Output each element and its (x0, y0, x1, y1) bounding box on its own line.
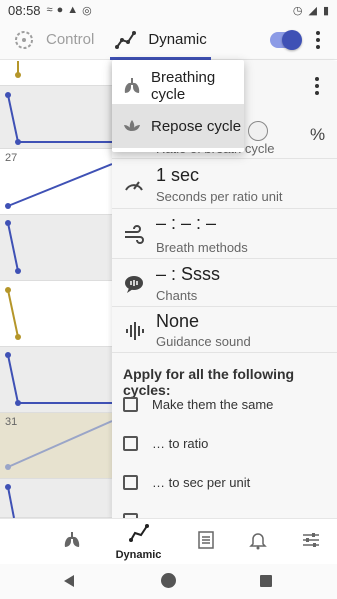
panel-more-options-icon[interactable] (315, 77, 319, 95)
chants-label: Chants (156, 288, 198, 303)
checkbox-label: Make them the same (152, 397, 274, 412)
chants-row[interactable]: – : Ssss Chants (112, 259, 337, 307)
lungs-icon (122, 76, 142, 96)
checkbox-sec-per-unit[interactable]: … to sec per unit (123, 475, 250, 490)
graph-cell[interactable] (0, 479, 112, 518)
system-navigation-bar (0, 564, 337, 599)
tab-control[interactable]: Control (0, 20, 104, 60)
speedometer-icon (122, 173, 146, 197)
headset-icon: ▲ (67, 4, 79, 16)
checkbox-box[interactable] (123, 397, 138, 412)
timer-icon (12, 28, 36, 52)
status-time: 08:58 (8, 2, 41, 18)
checkbox-same[interactable]: Make them the same (123, 397, 273, 412)
graph-cell[interactable] (0, 61, 112, 86)
app-notification-icon: ● (56, 4, 64, 16)
more-options-icon[interactable] (308, 28, 328, 52)
list-icon (197, 530, 215, 555)
sound-wave-icon (122, 319, 146, 343)
status-bar: 08:58 ≈ ● ▲ ◎ ◷ ◢ ▮ (0, 0, 337, 20)
enable-toggle[interactable] (270, 30, 302, 50)
guidance-label: Guidance sound (156, 334, 251, 349)
back-icon[interactable] (64, 575, 74, 587)
tab-dynamic[interactable]: Dynamic (104, 20, 216, 60)
methods-value: – : – : – (156, 213, 217, 233)
alarm-icon: ◷ (292, 4, 303, 17)
nav-dynamic-label: Dynamic (115, 548, 162, 561)
speed-label: Seconds per ratio unit (156, 189, 283, 204)
checkbox-label: … to ratio (152, 436, 209, 451)
guidance-row[interactable]: None Guidance sound (112, 307, 337, 353)
menu-item-repose-cycle[interactable]: Repose cycle (112, 104, 244, 148)
sliders-icon (301, 530, 321, 555)
graph-cell-highlighted[interactable]: 31 (0, 413, 112, 479)
percent-icon[interactable]: % (310, 125, 325, 145)
methods-label: Breath methods (156, 240, 248, 255)
cycle-type-menu: Breathing cycle Repose cycle (112, 60, 268, 152)
graph-cell[interactable] (0, 86, 112, 149)
checkbox-ratio[interactable]: … to ratio (123, 436, 208, 451)
graph-cell[interactable] (0, 215, 112, 281)
cycle-number: 27 (5, 152, 18, 164)
menu-item-breathing-cycle[interactable]: Breathing cycle (112, 64, 244, 108)
menu-item-label: Repose cycle (151, 117, 242, 135)
checkbox-box[interactable] (123, 436, 138, 451)
graph-cell[interactable] (0, 347, 112, 413)
nav-breathing[interactable] (38, 519, 105, 565)
lotus-icon (122, 116, 142, 136)
bell-icon (248, 530, 267, 555)
graph-cell[interactable] (0, 281, 112, 347)
tab-dynamic-label: Dynamic (148, 31, 207, 48)
graph-cell[interactable]: 27 (0, 149, 112, 215)
signal-icon: ◢ (308, 4, 317, 17)
tab-control-label: Control (46, 31, 95, 48)
home-icon[interactable] (161, 573, 176, 588)
wind-icon (122, 223, 146, 247)
menu-item-label: Breathing cycle (151, 69, 216, 103)
nav-settings[interactable] (277, 519, 337, 565)
data-saver-icon: ◎ (82, 4, 92, 17)
checkbox-label: … to sec per unit (152, 475, 251, 490)
toggle-knob (282, 30, 302, 50)
chants-value: – : Ssss (156, 264, 221, 284)
checkbox-box[interactable] (123, 475, 138, 490)
bottom-navigation: Dynamic (0, 518, 337, 564)
recent-apps-icon[interactable] (260, 575, 272, 587)
graph-icon (128, 523, 149, 547)
nav-dynamic[interactable]: Dynamic (105, 519, 172, 565)
speed-row[interactable]: 1 sec Seconds per ratio unit (112, 159, 337, 209)
graph-icon (114, 28, 138, 52)
apply-title: Apply for all the following cycles: (123, 366, 295, 398)
touch-indicator (248, 121, 268, 141)
cycle-graph-list[interactable]: 27 31 (0, 61, 112, 518)
guidance-value: None (156, 311, 200, 331)
methods-row[interactable]: – : – : – Breath methods (112, 209, 337, 259)
speed-value: 1 sec (156, 165, 200, 185)
cycle-number: 31 (5, 416, 18, 428)
lungs-icon (62, 530, 82, 555)
notification-icon: ≈ (46, 4, 53, 16)
speech-bubble-icon (122, 272, 146, 296)
battery-icon: ▮ (322, 4, 329, 17)
